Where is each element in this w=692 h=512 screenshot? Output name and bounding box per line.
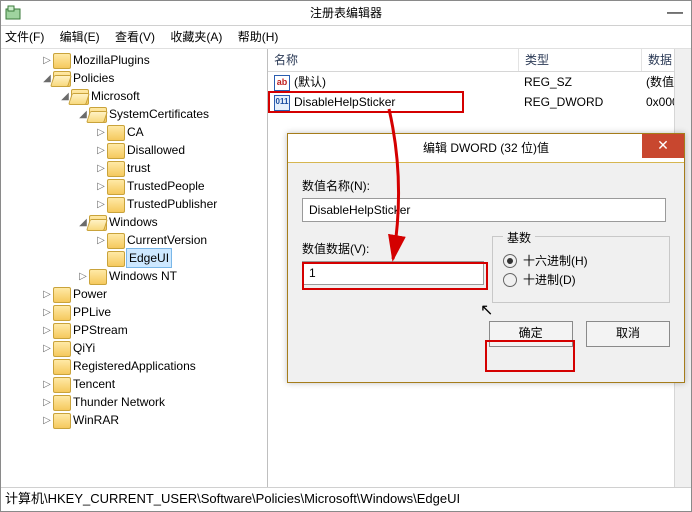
folder-icon — [107, 179, 125, 195]
menubar: 文件(F) 编辑(E) 查看(V) 收藏夹(A) 帮助(H) — [1, 26, 691, 49]
tree-item[interactable]: TrustedPublisher — [127, 197, 217, 211]
tree-item[interactable]: QiYi — [73, 341, 95, 355]
folder-open-icon — [53, 71, 71, 87]
dword-value-icon: 011 — [274, 95, 290, 111]
menu-view[interactable]: 查看(V) — [115, 30, 155, 44]
value-data-label: 数值数据(V): — [302, 240, 492, 257]
list-row[interactable]: 011DisableHelpSticker REG_DWORD 0x00000 — [268, 92, 691, 112]
cell-name: DisableHelpSticker — [294, 95, 395, 109]
expand-icon[interactable]: ▷ — [41, 304, 53, 322]
expand-icon[interactable]: ▷ — [95, 178, 107, 196]
menu-favorites[interactable]: 收藏夹(A) — [170, 30, 222, 44]
menu-file[interactable]: 文件(F) — [5, 30, 44, 44]
expand-icon[interactable]: ▷ — [95, 160, 107, 178]
value-name-field[interactable]: DisableHelpSticker — [302, 198, 666, 222]
folder-icon — [53, 359, 71, 375]
folder-open-icon — [89, 107, 107, 123]
dialog-title: 编辑 DWORD (32 位)值 — [423, 141, 549, 155]
base-fieldset: 基数 十六进制(H) 十进制(D) — [492, 236, 670, 303]
tree-item[interactable]: Microsoft — [91, 89, 140, 103]
app-icon — [5, 5, 21, 21]
tree-pane[interactable]: ▷MozillaPlugins ◢Policies ◢Microsoft ◢Sy… — [1, 49, 268, 487]
ok-button[interactable]: 确定 — [489, 321, 573, 347]
tree-item[interactable]: TrustedPeople — [127, 179, 205, 193]
tree-item[interactable]: trust — [127, 161, 150, 175]
folder-icon — [107, 197, 125, 213]
regedit-window: 注册表编辑器 — 文件(F) 编辑(E) 查看(V) 收藏夹(A) 帮助(H) … — [0, 0, 692, 512]
folder-icon — [53, 323, 71, 339]
value-name-label: 数值名称(N): — [302, 177, 670, 194]
dialog-titlebar[interactable]: 编辑 DWORD (32 位)值 ✕ — [288, 134, 684, 163]
close-button[interactable]: ✕ — [642, 134, 684, 158]
folder-open-icon — [71, 89, 89, 105]
expand-icon[interactable]: ▷ — [95, 142, 107, 160]
cell-name: (默认) — [294, 75, 326, 89]
tree-item[interactable]: Policies — [73, 71, 114, 85]
minimize-button[interactable]: — — [667, 1, 683, 25]
tree-item[interactable]: Thunder Network — [73, 395, 165, 409]
tree-item[interactable]: MozillaPlugins — [73, 53, 150, 67]
base-legend: 基数 — [503, 229, 535, 246]
tree-item[interactable]: RegisteredApplications — [73, 359, 196, 373]
expand-icon[interactable]: ▷ — [95, 196, 107, 214]
folder-icon — [53, 287, 71, 303]
tree-item[interactable]: SystemCertificates — [109, 107, 209, 121]
cell-type: REG_SZ — [518, 72, 640, 92]
string-value-icon: ab — [274, 75, 290, 91]
folder-icon — [53, 413, 71, 429]
cancel-button[interactable]: 取消 — [586, 321, 670, 347]
cell-type: REG_DWORD — [518, 92, 640, 112]
expand-icon[interactable]: ▷ — [95, 232, 107, 250]
titlebar: 注册表编辑器 — — [1, 1, 691, 26]
edit-dword-dialog: 编辑 DWORD (32 位)值 ✕ 数值名称(N): DisableHelpS… — [287, 133, 685, 383]
folder-icon — [107, 233, 125, 249]
tree-item[interactable]: Tencent — [73, 377, 115, 391]
tree-item[interactable]: Disallowed — [127, 143, 185, 157]
folder-icon — [89, 269, 107, 285]
tree-item[interactable]: PPLive — [73, 305, 111, 319]
value-data-field[interactable]: 1 — [302, 261, 484, 285]
list-header: 名称 类型 数据 — [268, 49, 691, 72]
expand-icon[interactable]: ▷ — [41, 52, 53, 70]
tree-item[interactable]: CurrentVersion — [127, 233, 207, 247]
window-title: 注册表编辑器 — [310, 6, 382, 20]
expand-icon[interactable]: ▷ — [41, 322, 53, 340]
radio-hex[interactable]: 十六进制(H) — [503, 252, 659, 269]
radio-icon — [503, 273, 517, 287]
menu-edit[interactable]: 编辑(E) — [60, 30, 100, 44]
folder-icon — [53, 53, 71, 69]
expand-icon[interactable]: ▷ — [77, 268, 89, 286]
folder-icon — [53, 341, 71, 357]
folder-open-icon — [89, 215, 107, 231]
tree-item[interactable]: Windows NT — [109, 269, 177, 283]
statusbar: 计算机\HKEY_CURRENT_USER\Software\Policies\… — [1, 487, 691, 510]
folder-icon — [53, 377, 71, 393]
radio-dec[interactable]: 十进制(D) — [503, 271, 659, 288]
expand-icon[interactable]: ▷ — [41, 394, 53, 412]
tree-item[interactable]: WinRAR — [73, 413, 119, 427]
radio-icon — [503, 254, 517, 268]
list-row[interactable]: ab(默认) REG_SZ (数值未设 — [268, 72, 691, 92]
folder-icon — [107, 161, 125, 177]
menu-help[interactable]: 帮助(H) — [238, 30, 279, 44]
folder-icon — [107, 251, 125, 267]
tree-item[interactable]: CA — [127, 125, 144, 139]
expand-icon[interactable]: ▷ — [41, 286, 53, 304]
folder-icon — [107, 143, 125, 159]
status-path: 计算机\HKEY_CURRENT_USER\Software\Policies\… — [5, 491, 460, 506]
folder-icon — [107, 125, 125, 141]
col-name[interactable]: 名称 — [268, 49, 519, 71]
folder-icon — [53, 305, 71, 321]
tree-item[interactable]: PPStream — [73, 323, 128, 337]
expand-icon[interactable]: ▷ — [41, 376, 53, 394]
tree-item[interactable]: Windows — [109, 215, 158, 229]
expand-icon[interactable]: ▷ — [41, 412, 53, 430]
tree-item-selected[interactable]: EdgeUI — [127, 249, 171, 267]
expand-icon[interactable]: ▷ — [95, 124, 107, 142]
expand-icon[interactable]: ▷ — [41, 340, 53, 358]
folder-icon — [53, 395, 71, 411]
col-type[interactable]: 类型 — [519, 49, 642, 71]
tree-item[interactable]: Power — [73, 287, 107, 301]
